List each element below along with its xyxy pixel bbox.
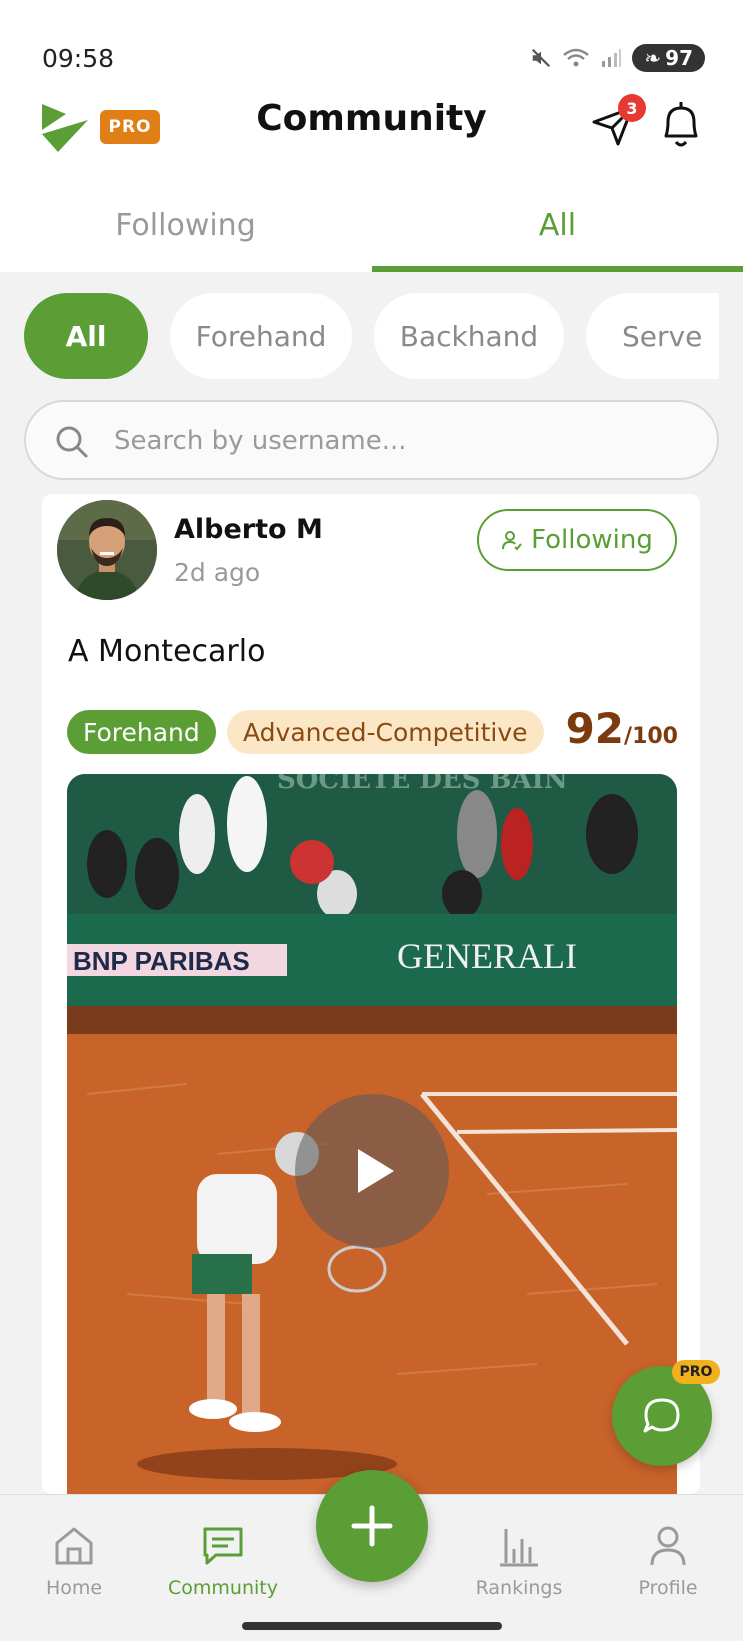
nav-label-home: Home xyxy=(45,1577,103,1599)
person-icon xyxy=(650,1526,686,1566)
search-input[interactable] xyxy=(114,416,694,466)
chat-icon xyxy=(203,1527,243,1565)
nav-item-community[interactable]: Community xyxy=(153,1523,293,1613)
status-icons: ❧ 97 xyxy=(530,44,705,72)
level-tag: Advanced-Competitive xyxy=(227,710,544,754)
nav-label-profile: Profile xyxy=(638,1577,698,1599)
post-caption: A Montecarlo xyxy=(68,634,266,669)
tab-following[interactable]: Following xyxy=(0,180,371,270)
mute-icon xyxy=(532,48,551,68)
nav-item-home[interactable]: Home xyxy=(4,1523,144,1613)
feed-tabs: Following All xyxy=(0,180,743,272)
post-card[interactable]: Alberto M 2d ago Following A Montecarlo … xyxy=(42,494,700,1494)
post-video[interactable]: SOCIETE DES BAIN BNP PARIBAS GENERALI xyxy=(67,774,677,1494)
nav-label-community: Community xyxy=(168,1577,278,1599)
create-post-button[interactable] xyxy=(316,1470,428,1582)
filter-chip-all[interactable]: All xyxy=(24,293,148,379)
signal-icon xyxy=(602,49,622,67)
chat-bubble-icon xyxy=(643,1398,680,1433)
leaf-icon: ❧ xyxy=(644,46,662,70)
user-check-icon xyxy=(502,531,522,551)
filter-chip-backhand[interactable]: Backhand xyxy=(374,293,564,379)
bell-icon[interactable] xyxy=(656,98,706,152)
banner-sponsor-left: BNP PARIBAS xyxy=(73,946,250,976)
status-time: 09:58 xyxy=(42,44,115,73)
stroke-tag: Forehand xyxy=(67,710,216,754)
notification-count-badge: 3 xyxy=(618,94,646,122)
battery-level: 97 xyxy=(665,46,693,70)
score-value: 92 xyxy=(565,704,625,753)
search-icon xyxy=(56,426,88,458)
following-button[interactable]: Following xyxy=(477,509,677,571)
tab-all[interactable]: All xyxy=(372,180,743,270)
banner-sponsor-right: GENERALI xyxy=(397,936,577,976)
nav-item-profile[interactable]: Profile xyxy=(598,1523,738,1613)
wifi-icon xyxy=(563,48,590,67)
following-button-label: Following xyxy=(531,525,653,555)
bar-chart-icon xyxy=(500,1529,538,1567)
stadium-wall-text: SOCIETE DES BAIN xyxy=(277,774,568,795)
nav-label-rankings: Rankings xyxy=(475,1577,563,1599)
app-header: PRO Community 3 xyxy=(0,92,743,162)
nav-item-rankings[interactable]: Rankings xyxy=(449,1523,589,1613)
active-tab-indicator xyxy=(372,266,743,272)
filter-chip-forehand[interactable]: Forehand xyxy=(170,293,352,379)
score-max: /100 xyxy=(624,724,678,749)
play-button[interactable] xyxy=(295,1094,449,1248)
top-header: 09:58 ❧ 97 PRO Community 3 Following All xyxy=(0,0,743,272)
chat-pro-badge: PRO xyxy=(672,1360,720,1384)
home-icon xyxy=(55,1527,93,1565)
home-indicator xyxy=(242,1622,502,1630)
avatar[interactable] xyxy=(57,500,157,600)
status-bar: 09:58 ❧ 97 xyxy=(0,40,743,80)
plus-icon xyxy=(351,1505,393,1547)
avatar-image xyxy=(57,500,157,600)
search-bar xyxy=(24,400,719,480)
battery-indicator: ❧ 97 xyxy=(632,44,705,72)
post-timestamp: 2d ago xyxy=(174,558,261,587)
filter-chips: All Forehand Backhand Serve xyxy=(24,293,719,379)
post-username[interactable]: Alberto M xyxy=(174,514,323,545)
score: 92 /100 xyxy=(566,704,678,753)
play-icon xyxy=(358,1149,394,1193)
filter-chip-serve[interactable]: Serve xyxy=(586,293,719,379)
